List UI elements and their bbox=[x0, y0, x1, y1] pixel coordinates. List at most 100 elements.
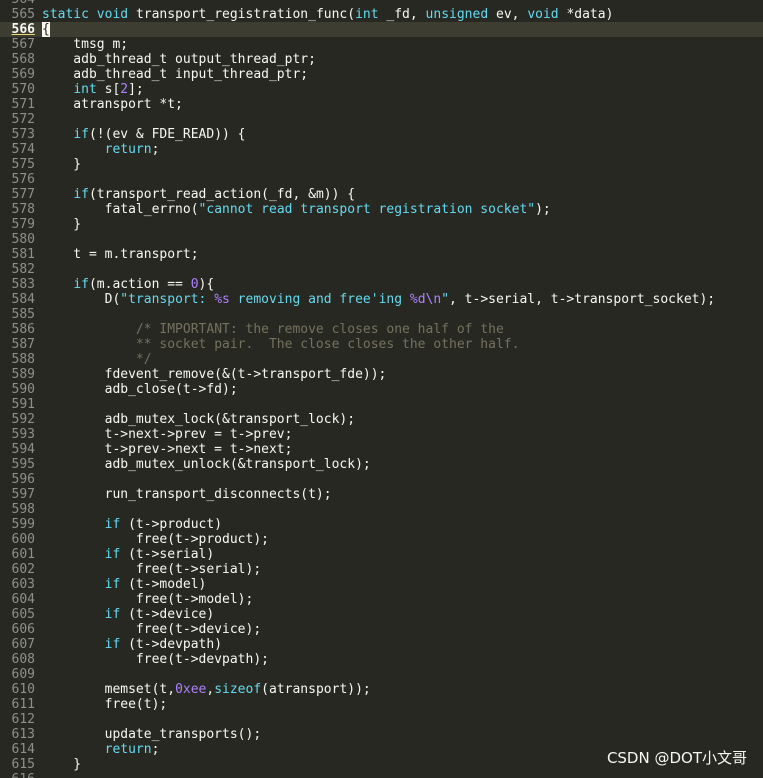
code-line[interactable]: 600 free(t->product); bbox=[0, 532, 763, 547]
code-line[interactable]: 585 bbox=[0, 307, 763, 322]
code-line[interactable]: 593 t->next->prev = t->prev; bbox=[0, 427, 763, 442]
code-token: (transport_read_action(_fd, &m)) { bbox=[88, 187, 356, 202]
code-line[interactable]: 587 ** socket pair. The close closes the… bbox=[0, 337, 763, 352]
line-number: 609 bbox=[11, 667, 35, 682]
line-number: 575 bbox=[11, 157, 35, 172]
code-line[interactable]: 594 t->prev->next = t->next; bbox=[0, 442, 763, 457]
code-line[interactable]: 578 fatal_errno("cannot read transport r… bbox=[0, 202, 763, 217]
code-line[interactable]: 568 adb_thread_t output_thread_ptr; bbox=[0, 52, 763, 67]
code-lines[interactable]: 564565 static void transport_registration… bbox=[0, 0, 763, 778]
code-line[interactable]: 596 bbox=[0, 472, 763, 487]
code-text: ** socket pair. The close closes the oth… bbox=[42, 337, 520, 352]
code-line[interactable]: 567 tmsg m; bbox=[0, 37, 763, 52]
code-line[interactable]: 591 bbox=[0, 397, 763, 412]
code-line[interactable]: 580 bbox=[0, 232, 763, 247]
code-line[interactable]: 612 bbox=[0, 712, 763, 727]
code-line[interactable]: 607 if (t->devpath) bbox=[0, 637, 763, 652]
code-token: memset(t, bbox=[42, 682, 176, 697]
code-line[interactable]: 611 free(t); bbox=[0, 697, 763, 712]
line-number: 588 bbox=[11, 352, 35, 367]
code-token: if bbox=[104, 547, 129, 562]
code-line[interactable]: 584 D("transport: %s removing and free'i… bbox=[0, 292, 763, 307]
code-line[interactable]: 575 } bbox=[0, 157, 763, 172]
code-editor[interactable]: 564565 static void transport_registration… bbox=[0, 0, 763, 778]
code-line[interactable]: 581 t = m.transport; bbox=[0, 247, 763, 262]
line-number: 572 bbox=[11, 112, 35, 127]
code-token: return bbox=[104, 142, 152, 157]
code-text: if(m.action == 0){ bbox=[42, 277, 214, 292]
code-line[interactable]: 572 bbox=[0, 112, 763, 127]
code-token: t = m.transport; bbox=[42, 247, 199, 262]
code-line[interactable]: 570 int s[2]; bbox=[0, 82, 763, 97]
line-number: 585 bbox=[11, 307, 35, 322]
code-line[interactable]: 586 /* IMPORTANT: the remove closes one … bbox=[0, 322, 763, 337]
code-line[interactable]: 605 if (t->device) bbox=[0, 607, 763, 622]
code-line[interactable]: 598 bbox=[0, 502, 763, 517]
line-number: 579 bbox=[11, 217, 35, 232]
code-line[interactable]: 579 } bbox=[0, 217, 763, 232]
line-number: 590 bbox=[11, 382, 35, 397]
code-line[interactable]: 613 update_transports(); bbox=[0, 727, 763, 742]
code-line[interactable]: 588 */ bbox=[0, 352, 763, 367]
code-text: free(t->serial); bbox=[42, 562, 261, 577]
line-number: 582 bbox=[11, 262, 35, 277]
code-line[interactable]: 576 bbox=[0, 172, 763, 187]
code-text: if (t->serial) bbox=[42, 547, 215, 562]
code-line[interactable]: 569 adb_thread_t input_thread_ptr; bbox=[0, 67, 763, 82]
code-line[interactable]: 592 adb_mutex_lock(&transport_lock); bbox=[0, 412, 763, 427]
code-line[interactable]: 616 bbox=[0, 772, 763, 778]
code-line[interactable]: 595 adb_mutex_unlock(&transport_lock); bbox=[0, 457, 763, 472]
code-line[interactable]: 582 bbox=[0, 262, 763, 277]
code-line[interactable]: 599 if (t->product) bbox=[0, 517, 763, 532]
code-line[interactable]: 604 free(t->model); bbox=[0, 592, 763, 607]
code-text: t = m.transport; bbox=[42, 247, 199, 262]
code-line[interactable]: 571 atransport *t; bbox=[0, 97, 763, 112]
line-number: 598 bbox=[11, 502, 35, 517]
line-number: 595 bbox=[11, 457, 35, 472]
code-line-current[interactable]: 566 { bbox=[0, 22, 763, 37]
code-token: _fd, bbox=[386, 7, 426, 22]
code-line[interactable]: 608 free(t->devpath); bbox=[0, 652, 763, 667]
line-number: 616 bbox=[0, 772, 42, 778]
code-line[interactable]: 590 adb_close(t->fd); bbox=[0, 382, 763, 397]
code-line[interactable]: 565 static void transport_registration_fu… bbox=[0, 7, 763, 22]
line-number: 601 bbox=[11, 547, 35, 562]
code-line[interactable]: 603 if (t->model) bbox=[0, 577, 763, 592]
code-text: } bbox=[42, 157, 81, 172]
line-number: 602 bbox=[11, 562, 35, 577]
code-line[interactable]: 602 free(t->serial); bbox=[0, 562, 763, 577]
code-text: } bbox=[42, 757, 81, 772]
code-text: if (t->devpath) bbox=[42, 637, 222, 652]
line-number: 573 bbox=[11, 127, 35, 142]
code-line[interactable]: 574 return; bbox=[0, 142, 763, 157]
line-number: 577 bbox=[11, 187, 35, 202]
code-token: ; bbox=[151, 742, 160, 757]
code-token: %s bbox=[214, 292, 230, 307]
code-line[interactable]: 601 if (t->serial) bbox=[0, 547, 763, 562]
code-token: update_transports(); bbox=[42, 727, 262, 742]
line-number: 612 bbox=[11, 712, 35, 727]
code-line[interactable]: 564 bbox=[0, 0, 763, 7]
code-token: s[ bbox=[104, 82, 121, 97]
line-number: 606 bbox=[11, 622, 35, 637]
code-text: t->prev->next = t->next; bbox=[42, 442, 293, 457]
code-line[interactable]: 606 free(t->device); bbox=[0, 622, 763, 637]
code-line[interactable]: 583 if(m.action == 0){ bbox=[0, 277, 763, 292]
code-text: if (t->model) bbox=[42, 577, 207, 592]
code-line[interactable]: 609 bbox=[0, 667, 763, 682]
code-line[interactable]: 597 run_transport_disconnects(t); bbox=[0, 487, 763, 502]
code-line[interactable]: 610 memset(t,0xee,sizeof(atransport)); bbox=[0, 682, 763, 697]
code-token: "cannot read transport registration sock… bbox=[198, 202, 536, 217]
code-line[interactable]: 589 fdevent_remove(&(t->transport_fde)); bbox=[0, 367, 763, 382]
code-line[interactable]: 573 if(!(ev & FDE_READ)) { bbox=[0, 127, 763, 142]
code-token: atransport *t; bbox=[42, 97, 183, 112]
line-number: 610 bbox=[11, 682, 35, 697]
code-line[interactable]: 577 if(transport_read_action(_fd, &m)) { bbox=[0, 187, 763, 202]
code-token: ){ bbox=[198, 277, 215, 292]
code-token: fdevent_remove(&(t->transport_fde)); bbox=[42, 367, 387, 382]
code-token: adb_thread_t input_thread_ptr; bbox=[42, 67, 309, 82]
